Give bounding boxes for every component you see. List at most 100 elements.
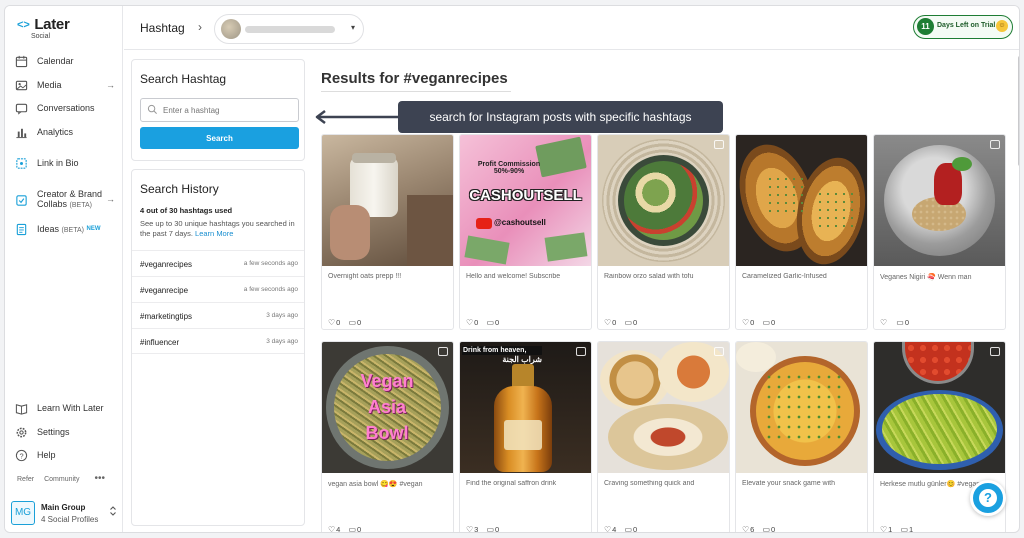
history-row[interactable]: #veganrecipes a few seconds ago xyxy=(132,250,304,276)
divider xyxy=(321,91,511,92)
post-card[interactable]: Elevate your snack game with ♡6 ▭0 xyxy=(735,341,868,532)
post-card[interactable]: Vegan Asia Bowl vegan asia bowl 😋😍 #vega… xyxy=(321,341,454,533)
comment-icon: ▭ xyxy=(896,318,904,327)
beta-badge: (BETA) xyxy=(69,201,92,209)
chat-icon xyxy=(15,102,28,115)
post-overlay-handle: @cashoutsell xyxy=(494,218,546,227)
post-thumbnail xyxy=(598,135,729,266)
post-caption: Hello and welcome! Subscribe xyxy=(466,273,561,280)
likes-count: 4 xyxy=(336,525,341,533)
avatar: MG xyxy=(11,501,35,525)
trial-badge[interactable]: 11 Days Left on Trial ☺ xyxy=(913,15,1013,39)
comment-icon: ▭ xyxy=(486,318,494,327)
likes-count: 4 xyxy=(612,525,617,533)
history-title: Search History xyxy=(140,182,219,196)
post-card[interactable]: Craving something quick and ♡4 ▭0 xyxy=(597,341,730,533)
likes-count: 1 xyxy=(888,525,893,533)
post-stats: ♡1 ▭1 xyxy=(880,525,914,533)
community-link[interactable]: Community xyxy=(44,476,79,483)
comments-count: 0 xyxy=(771,318,776,327)
history-time: a few seconds ago xyxy=(243,286,298,293)
sidebar-item-ideas[interactable]: Ideas (BETA) NEW xyxy=(5,218,123,242)
divider xyxy=(5,144,123,152)
history-desc: See up to 30 unique hashtags you searche… xyxy=(140,219,300,239)
multi-image-icon xyxy=(438,347,448,356)
post-stats: ♡0 ▭0 xyxy=(604,318,637,327)
sidebar-item-link-in-bio[interactable]: Link in Bio xyxy=(5,152,123,176)
comments-count: 0 xyxy=(357,318,362,327)
sidebar-item-help[interactable]: ? Help xyxy=(5,444,123,468)
book-icon xyxy=(15,402,28,415)
logo[interactable]: <> Later Social xyxy=(17,16,70,40)
post-card[interactable]: Rainbow orzo salad with tofu ♡0 ▭0 xyxy=(597,134,730,330)
post-card[interactable]: Caramelized Garlic-Infused ♡0 ▭0 xyxy=(735,134,868,330)
arrow-left-icon xyxy=(315,110,399,124)
history-row[interactable]: #influencer 3 days ago xyxy=(132,328,304,354)
arrow-right-icon: → xyxy=(106,79,115,90)
post-caption: vegan asia bowl 😋😍 #vegan xyxy=(328,481,423,488)
post-card[interactable]: Drink from heaven, شراب الجنة Find the o… xyxy=(459,341,592,533)
post-card[interactable]: Profit Commission 50%-90% CASHOUTSELL @c… xyxy=(459,134,592,330)
post-caption: Caramelized Garlic-Infused xyxy=(742,273,827,280)
post-card[interactable]: Veganes Nigiri 🍣 Wenn man ♡ ▭0 xyxy=(873,134,1006,330)
comments-count: 0 xyxy=(633,525,638,533)
comment-icon: ▭ xyxy=(348,318,356,327)
logo-sub: Social xyxy=(31,33,51,40)
gear-icon xyxy=(15,426,28,439)
history-time: a few seconds ago xyxy=(243,260,298,267)
arrow-right-icon: → xyxy=(106,193,115,204)
sidebar-item-analytics[interactable]: Analytics xyxy=(5,121,123,145)
heart-icon: ♡ xyxy=(880,318,888,327)
refer-link[interactable]: Refer xyxy=(17,476,34,483)
history-used: 4 out of 30 hashtags used xyxy=(140,206,233,215)
profile-select[interactable]: ▾ xyxy=(214,14,364,44)
history-row[interactable]: #veganrecipe a few seconds ago xyxy=(132,276,304,302)
sidebar-item-label: Settings xyxy=(37,426,70,437)
history-list: #veganrecipes a few seconds ago #veganre… xyxy=(132,250,304,354)
post-stats: ♡4 ▭0 xyxy=(328,525,361,533)
sidebar-item-learn-with-later[interactable]: Learn With Later xyxy=(5,397,123,421)
heart-icon: ♡ xyxy=(466,525,474,533)
comments-count: 1 xyxy=(909,525,914,533)
header: Hashtag › ▾ 11 Days Left on Trial ☺ xyxy=(124,6,1019,50)
sidebar-item-label: Ideas xyxy=(37,223,60,234)
post-thumbnail xyxy=(322,135,453,266)
search-icon xyxy=(147,104,157,114)
post-stats: ♡4 ▭0 xyxy=(604,525,638,533)
sidebar: <> Later Social Calendar Media → Convers… xyxy=(5,6,123,532)
search-button[interactable]: Search xyxy=(140,127,299,149)
sidebar-item-settings[interactable]: Settings xyxy=(5,421,123,445)
post-thumbnail xyxy=(736,342,867,473)
sidebar-item-label-2: Collabs xyxy=(37,198,68,209)
search-hashtag-card: Search Hashtag Search xyxy=(131,59,305,161)
post-overlay-text: Drink from heaven, xyxy=(462,346,542,355)
comment-icon: ▭ xyxy=(624,525,632,533)
search-field[interactable] xyxy=(140,98,299,122)
post-overlay-text: Asia xyxy=(367,397,407,417)
scrollbar[interactable] xyxy=(1018,56,1019,166)
comments-count: 0 xyxy=(904,318,909,327)
post-stats: ♡6 ▭0 xyxy=(742,525,775,532)
help-icon: ? xyxy=(979,489,997,507)
refer-row: Refer Community ••• xyxy=(17,473,117,484)
sidebar-item-calendar[interactable]: Calendar xyxy=(5,50,123,74)
post-overlay-text-ar: شراب الجنة xyxy=(502,355,542,364)
group-switcher[interactable]: MG Main Group 4 Social Profiles xyxy=(9,497,119,529)
more-icon[interactable]: ••• xyxy=(94,473,105,484)
help-button[interactable]: ? xyxy=(970,480,1006,516)
multi-image-icon xyxy=(714,140,724,149)
sidebar-item-media[interactable]: Media → xyxy=(5,74,123,98)
search-input[interactable] xyxy=(163,103,293,117)
chevron-down-icon: ▾ xyxy=(350,23,355,32)
history-row[interactable]: #marketingtips 3 days ago xyxy=(132,302,304,328)
post-thumbnail xyxy=(736,135,867,266)
heart-icon: ♡ xyxy=(466,318,474,327)
heart-icon: ♡ xyxy=(604,318,612,327)
sidebar-item-creator-brand-collabs[interactable]: Creator & Brand Collabs (BETA) → xyxy=(5,184,123,218)
sidebar-item-conversations[interactable]: Conversations xyxy=(5,97,123,121)
help-circle-icon: ? xyxy=(15,449,28,462)
post-stats: ♡0 ▭0 xyxy=(466,318,499,327)
learn-more-link[interactable]: Learn More xyxy=(195,229,233,238)
post-thumbnail: Drink from heaven, شراب الجنة xyxy=(460,342,591,473)
post-card[interactable]: Overnight oats prepp !!! ♡0 ▭0 xyxy=(321,134,454,330)
